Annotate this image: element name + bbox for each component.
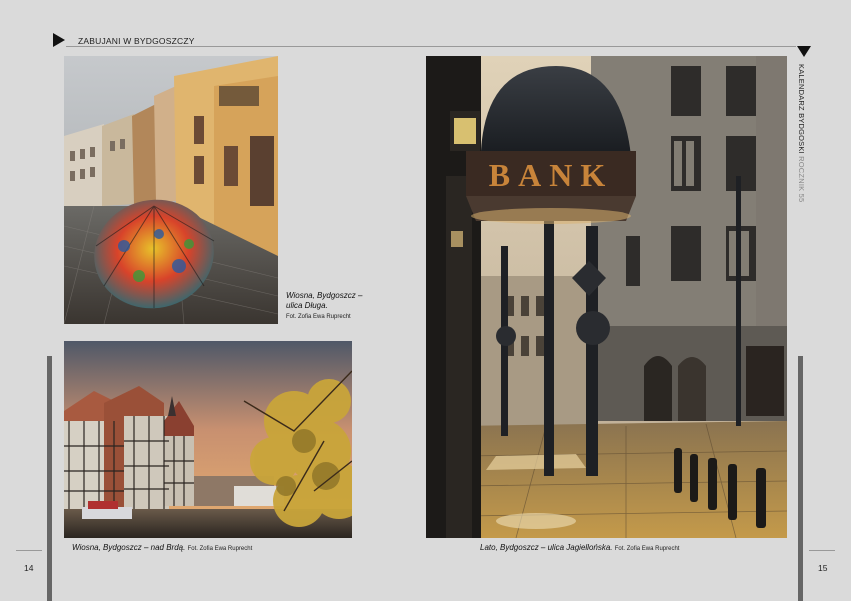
- left-folio-rule: [16, 550, 42, 551]
- caption-photo1-title: Wiosna, Bydgoszcz – ulica Długa.: [286, 291, 363, 310]
- left-edge-bar: [47, 356, 52, 601]
- photo-riverside-granaries-image: [64, 341, 352, 538]
- caption-photo3-title: Lato, Bydgoszcz – ulica Jagiellońska.: [480, 543, 613, 552]
- caption-photo2: Wiosna, Bydgoszcz – nad Brdą. Fot. Zofia…: [72, 543, 372, 554]
- right-folio-rule: [809, 550, 835, 551]
- right-edge-bar: [798, 356, 803, 601]
- photo-bank-canopy-street-image: BANK: [426, 56, 787, 538]
- side-running-title: KALENDARZ BYDGOSKI ROCZNIK 55: [797, 64, 806, 202]
- photo-bank-canopy-street: BANK: [426, 56, 787, 538]
- side-title-sub: ROCZNIK 55: [797, 153, 806, 203]
- caption-photo3-credit: Fot. Zofia Ewa Ruprecht: [614, 546, 680, 552]
- caption-photo3: Lato, Bydgoszcz – ulica Jagiellońska. Fo…: [480, 543, 800, 554]
- caption-photo2-title: Wiosna, Bydgoszcz – nad Brdą.: [72, 543, 186, 552]
- bank-sign-text: BANK: [489, 157, 613, 193]
- photo-street-umbrella-image: [64, 56, 278, 324]
- caption-photo1-credit: Fot. Zofia Ewa Ruprecht: [286, 314, 351, 320]
- caption-photo2-credit: Fot. Zofia Ewa Ruprecht: [187, 546, 253, 552]
- photo-riverside-granaries: [64, 341, 352, 538]
- magazine-spread: ZABUJANI W BYDGOSZCZY KALENDARZ BYDGOSKI…: [0, 0, 851, 601]
- photo-street-umbrella: [64, 56, 278, 324]
- caption-photo1: Wiosna, Bydgoszcz – ulica Długa. Fot. Zo…: [286, 291, 366, 322]
- side-marker-icon: [797, 46, 811, 57]
- right-page-number: 15: [818, 563, 828, 573]
- section-title: ZABUJANI W BYDGOSZCZY: [78, 36, 195, 46]
- header-rule: [66, 46, 796, 47]
- side-title-main: KALENDARZ BYDGOSKI: [797, 64, 806, 154]
- left-page-number: 14: [24, 563, 34, 573]
- header-marker-icon: [53, 33, 65, 47]
